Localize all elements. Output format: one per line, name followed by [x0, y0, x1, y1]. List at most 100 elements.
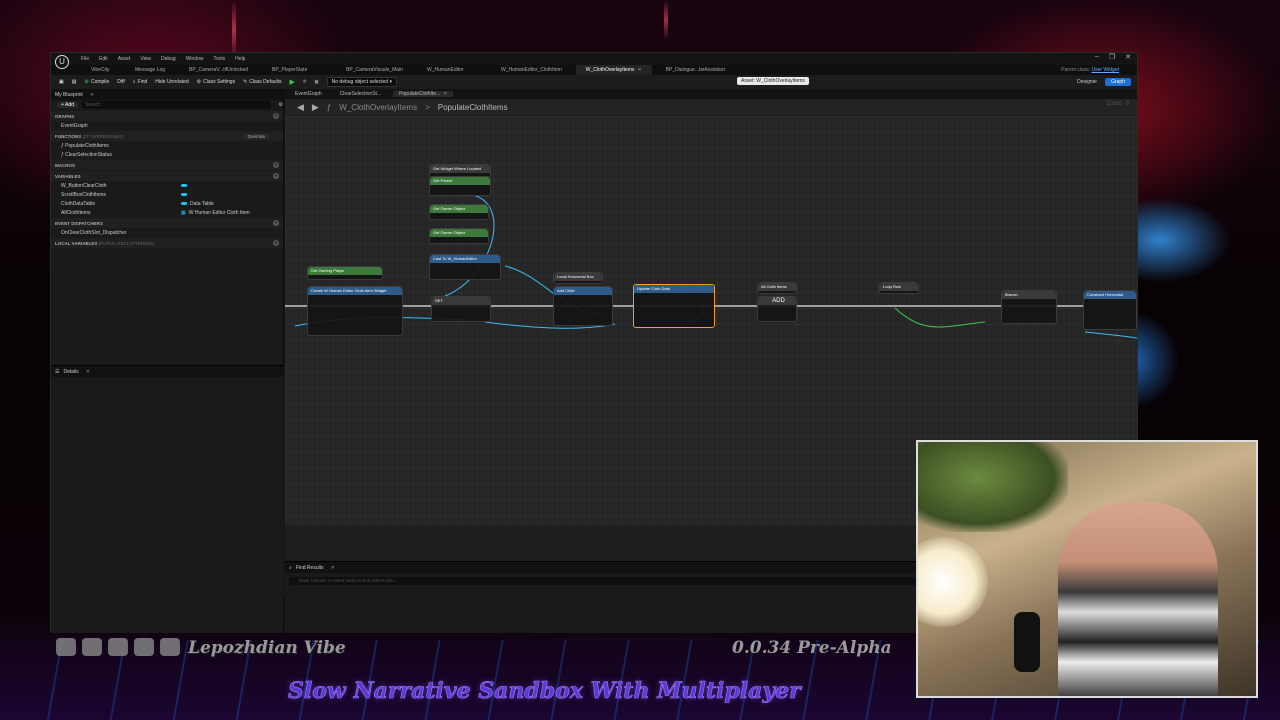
graph-item-eventgraph[interactable]: EventGraph: [51, 121, 283, 130]
blueprint-toolbar: ▣ ▤ ⚙ Compile Diff ⌕ Find Hide Unrelated ⚙…: [51, 75, 1137, 89]
node-title: Update Cloth Data: [634, 285, 714, 293]
close-details-icon[interactable]: ✕: [86, 369, 90, 375]
override-dropdown[interactable]: Override: [243, 133, 269, 139]
hide-unrelated-button[interactable]: Hide Unrelated: [155, 79, 188, 85]
close-tab-icon[interactable]: ✕: [637, 67, 641, 73]
asset-tab[interactable]: W_HumanEditor: [417, 65, 487, 75]
version-label: 0.0.34 Pre-Alpha: [732, 638, 892, 658]
variable-item[interactable]: AllClothItems ▦ W Human Editor Cloth Item: [51, 208, 283, 217]
variable-item[interactable]: ClothDataTable Data Table: [51, 199, 283, 208]
parent-class-link[interactable]: User Widget: [1091, 67, 1119, 73]
asset-tab[interactable]: W_HumanEditor_ClothItem: [491, 65, 572, 75]
graph-node[interactable]: Get Parent: [429, 176, 491, 196]
add-graph-icon[interactable]: +: [273, 113, 279, 119]
breadcrumb-root[interactable]: W_ClothOverlayItems: [339, 103, 417, 112]
menu-help[interactable]: Help: [235, 56, 245, 62]
graph-tab-active[interactable]: PopulateClothIte... ✕: [393, 91, 454, 97]
maximize-button[interactable]: ❐: [1109, 53, 1115, 61]
local-variables-section[interactable]: LOCAL VARIABLES (POPULATECLOTHITEMS) +: [51, 238, 283, 248]
forward-arrow-icon[interactable]: ▶: [312, 102, 319, 113]
project-tab[interactable]: VibeCity: [81, 65, 121, 75]
graph-button[interactable]: Graph: [1105, 78, 1131, 86]
asset-tab[interactable]: BP_PlayerState: [262, 65, 332, 75]
menu-file[interactable]: File: [81, 56, 89, 62]
close-graph-tab-icon[interactable]: ✕: [443, 91, 447, 97]
compile-icon: ⚙: [84, 79, 89, 85]
graphs-section[interactable]: GRAPHS +: [51, 111, 283, 121]
asset-tab[interactable]: BP_CameraV...tifUnlocked: [179, 65, 258, 75]
find-button[interactable]: ⌕ Find: [133, 79, 148, 85]
graph-node[interactable]: ADD: [757, 296, 797, 322]
add-macro-icon[interactable]: +: [273, 162, 279, 168]
play-icon[interactable]: ▶: [290, 78, 295, 86]
function-item[interactable]: ƒ PopulateClothItems: [51, 141, 283, 150]
breadcrumb-separator: >: [425, 102, 430, 112]
details-icon: ☰: [55, 368, 60, 375]
graph-node[interactable]: Cast To W_HumanEditor: [429, 254, 501, 280]
designer-button[interactable]: Designer: [1077, 79, 1097, 85]
add-dispatcher-icon[interactable]: +: [273, 220, 279, 226]
close-window-button[interactable]: ✕: [1125, 53, 1131, 61]
close-find-results-icon[interactable]: ✕: [331, 565, 335, 571]
graph-node[interactable]: Local Horizontal Box: [553, 272, 603, 284]
graph-node[interactable]: Get Owner Object: [429, 228, 489, 244]
variable-label: ScrollBoxClothItems: [61, 191, 107, 198]
graph-node[interactable]: Loop Row: [879, 282, 919, 294]
back-arrow-icon[interactable]: ◀: [297, 102, 304, 113]
menu-window[interactable]: Window: [186, 56, 204, 62]
dispatcher-item[interactable]: OnClearClothSlot_Dispatcher: [51, 228, 283, 237]
class-settings-button[interactable]: ⚙ Class Settings: [197, 79, 235, 85]
pause-icon[interactable]: ⏸: [303, 78, 307, 86]
add-button[interactable]: + Add: [57, 102, 78, 108]
macros-section[interactable]: MACROS +: [51, 160, 283, 170]
gear-icon[interactable]: ⚙: [279, 102, 283, 108]
variable-item[interactable]: W_ButtonClearCloth: [51, 181, 283, 190]
class-defaults-button[interactable]: ✎ Class Defaults: [243, 79, 281, 85]
function-label: ClearSelectionStatus: [65, 151, 112, 158]
diff-button[interactable]: Diff: [117, 79, 124, 85]
graph-node[interactable]: Create W Human Editor Cloth Item Widget: [307, 286, 403, 336]
add-local-variable-icon[interactable]: +: [273, 240, 279, 246]
event-dispatchers-section[interactable]: EVENT DISPATCHERS +: [51, 218, 283, 228]
minimize-button[interactable]: –: [1095, 53, 1099, 61]
asset-tab-active[interactable]: W_ClothOverlayItems ✕: [575, 65, 652, 75]
add-variable-icon[interactable]: +: [273, 173, 279, 179]
my-blueprint-title: My Blueprint: [55, 91, 83, 98]
menu-view[interactable]: View: [140, 56, 151, 62]
asset-tab[interactable]: BP_Dialogue...beAssistant: [656, 65, 735, 75]
find-results-input[interactable]: Enter function or event name to find ref…: [289, 577, 921, 585]
node-title: Get Owner Object: [430, 229, 488, 237]
node-title: Construct Horizontal: [1084, 291, 1136, 299]
debug-object-dropdown[interactable]: No debug object selected ▾: [326, 77, 397, 87]
find-label: Find: [137, 79, 148, 85]
message-log-tab[interactable]: Message Log: [125, 65, 175, 75]
menu-tools[interactable]: Tools: [213, 56, 225, 62]
search-input[interactable]: Search: [81, 101, 271, 109]
save-icon[interactable]: ▣: [59, 79, 64, 85]
graph-node[interactable]: Branch: [1001, 290, 1057, 324]
graph-node[interactable]: All Cloth Items: [757, 282, 797, 294]
graph-node[interactable]: Get Owner Object: [429, 204, 489, 220]
compile-button[interactable]: ⚙ Compile: [84, 79, 109, 85]
menu-edit[interactable]: Edit: [99, 56, 108, 62]
graph-node[interactable]: Add Child: [553, 286, 613, 326]
zoom-level: Zoom -3: [1106, 101, 1129, 107]
asset-tab[interactable]: BP_CameraVisuals_Main: [336, 65, 413, 75]
function-item[interactable]: ƒ ClearSelectionStatus: [51, 150, 283, 159]
graph-tab[interactable]: ClearSelectionSt...: [334, 91, 387, 97]
menu-debug[interactable]: Debug: [161, 56, 176, 62]
variable-item[interactable]: ScrollBoxClothItems: [51, 190, 283, 199]
menu-asset[interactable]: Asset: [118, 56, 131, 62]
graph-node[interactable]: SET: [431, 296, 491, 322]
functions-section[interactable]: FUNCTIONS (27 OVERRIDABLE) Override: [51, 131, 283, 141]
graph-tab[interactable]: EventGraph: [289, 91, 328, 97]
variables-section[interactable]: VARIABLES +: [51, 171, 283, 181]
selected-graph-node[interactable]: Update Cloth Data: [633, 284, 715, 328]
close-panel-icon[interactable]: ✕: [90, 92, 94, 98]
stop-icon[interactable]: ■: [314, 79, 318, 86]
graph-node[interactable]: Get Owning Player: [307, 266, 383, 280]
breadcrumb-current: PopulateClothItems: [437, 102, 508, 112]
graph-node[interactable]: Construct Horizontal: [1083, 290, 1137, 330]
tab-tooltip: Asset: W_ClothOverlayItems: [737, 77, 809, 85]
browse-icon[interactable]: ▤: [72, 79, 77, 85]
